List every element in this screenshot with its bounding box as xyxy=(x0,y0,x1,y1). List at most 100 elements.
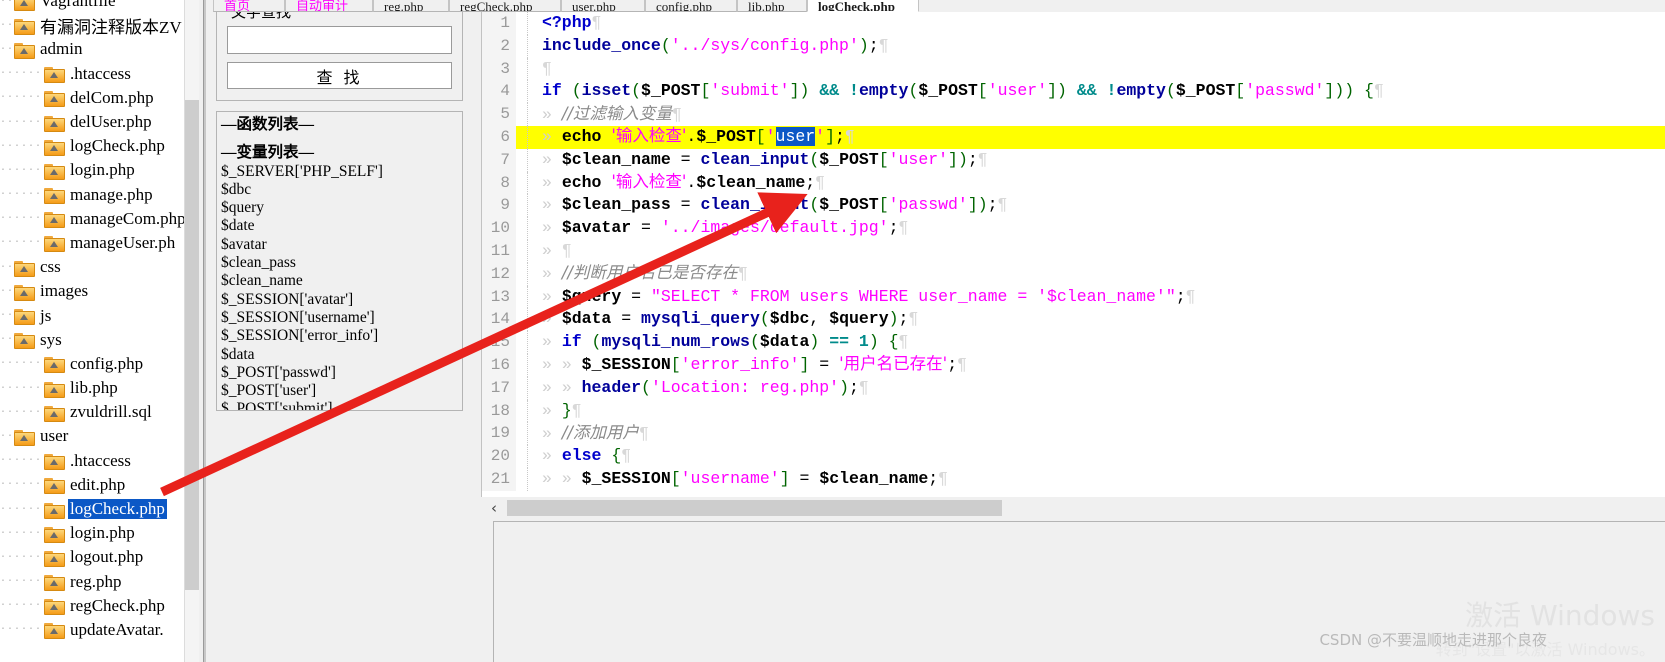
file-tree-item[interactable]: ·········· lib.php xyxy=(0,376,186,400)
code-line[interactable]: 9 » $clean_pass = clean_input($_POST['pas… xyxy=(482,194,1665,218)
file-tree-list[interactable]: ···Vagrantfile···有漏洞注释版本ZV···admin······… xyxy=(0,0,186,642)
variable-list[interactable]: $_SERVER['PHP_SELF'] $dbc $query $date $avat… xyxy=(221,163,458,410)
editor-tab-label: lib.php xyxy=(748,0,785,12)
code-lines[interactable]: 1 <?php¶ 2 include_once('../sys/config.php'… xyxy=(482,12,1665,491)
code-line[interactable]: 3 ¶ xyxy=(482,57,1665,81)
variable-list-item[interactable]: $clean_name xyxy=(221,272,458,290)
editor-tab-logcheckphp[interactable]: logCheck.php xyxy=(807,0,919,12)
search-button[interactable]: 查 找 xyxy=(227,62,452,89)
code-line-text: » $avatar = '../images/default.jpg';¶ xyxy=(542,218,909,238)
code-line[interactable]: 18 » }¶ xyxy=(482,399,1665,423)
folder-icon xyxy=(44,622,65,640)
line-number: 18 xyxy=(482,399,516,423)
variable-list-item[interactable]: $_POST['user'] xyxy=(221,382,458,400)
code-line[interactable]: 2 include_once('../sys/config.php');¶ xyxy=(482,34,1665,58)
folder-icon xyxy=(44,477,65,495)
file-tree-item[interactable]: ·········· login.php xyxy=(0,158,186,182)
variable-list-item[interactable]: $avatar xyxy=(221,236,458,254)
file-tree-item[interactable]: ··· 有漏洞注释版本ZV xyxy=(0,13,186,37)
file-tree-item[interactable]: ·········· login.php xyxy=(0,521,186,545)
editor-tab-bar[interactable]: 首页 自动审计 reg.php regCheck.php user.php config.… xyxy=(213,0,1665,12)
editor-tab-[interactable]: 自动审计 xyxy=(285,0,373,12)
file-tree-item[interactable]: ·········· reg.php xyxy=(0,570,186,594)
editor-tab-userphp[interactable]: user.php xyxy=(561,0,645,12)
variable-list-item[interactable]: $_SESSION['error_info'] xyxy=(221,327,458,345)
file-tree-vertical-scrollbar[interactable] xyxy=(184,0,200,662)
code-line-text: » }¶ xyxy=(542,400,582,420)
code-horizontal-scrollbar[interactable]: ‹ xyxy=(481,497,1665,519)
file-tree-item[interactable]: ·········· manageUser.ph xyxy=(0,231,186,255)
code-line[interactable]: 19 » //添加用户¶ xyxy=(482,422,1665,446)
mid-pane-divider xyxy=(204,0,206,662)
file-tree-item[interactable]: ·········· config.php xyxy=(0,352,186,376)
code-hscroll-thumb[interactable] xyxy=(507,500,1002,516)
code-line[interactable]: 21 » » $_SESSION['username'] = $clean_nam… xyxy=(482,467,1665,491)
code-line[interactable]: 17 » » header('Location: reg.php');¶ xyxy=(482,376,1665,400)
variable-list-item[interactable]: $dbc xyxy=(221,181,458,199)
code-line[interactable]: 10 » $avatar = '../images/default.jpg';¶ xyxy=(482,217,1665,240)
file-tree-item[interactable]: ··· admin xyxy=(0,37,186,61)
variable-list-item[interactable]: $_POST['submit'] xyxy=(221,400,458,410)
code-view[interactable]: 1 <?php¶ 2 include_once('../sys/config.php'… xyxy=(481,12,1665,497)
code-line[interactable]: 5 » //过滤输入变量¶ xyxy=(482,103,1665,126)
line-number: 9 xyxy=(482,194,516,218)
file-tree-item[interactable]: ·········· delCom.php xyxy=(0,86,186,110)
code-line[interactable]: 11 » ¶ xyxy=(482,239,1665,263)
file-tree-item[interactable]: ·········· manage.php xyxy=(0,183,186,207)
code-line[interactable]: 14 » $data = mysqli_query($dbc, $query);¶ xyxy=(482,308,1665,332)
file-tree-item[interactable]: ··· images xyxy=(0,279,186,303)
code-line[interactable]: 12 » //判断用户名已是否存在¶ xyxy=(482,262,1665,286)
code-line[interactable]: 20 » else {¶ xyxy=(482,445,1665,468)
file-tree-item[interactable]: ··· js xyxy=(0,303,186,327)
code-hscroll-track[interactable] xyxy=(507,500,1665,516)
editor-tab-[interactable]: 首页 xyxy=(213,0,285,12)
variable-list-item[interactable]: $query xyxy=(221,199,458,217)
editor-tab-label: user.php xyxy=(572,0,616,12)
code-line[interactable]: 1 <?php¶ xyxy=(482,12,1665,35)
file-tree-item[interactable]: ·········· logCheck.php xyxy=(0,134,186,158)
file-tree-item[interactable]: ·········· .htaccess xyxy=(0,449,186,473)
editor-tab-regcheckphp[interactable]: regCheck.php xyxy=(449,0,561,12)
file-tree-item[interactable]: ··· css xyxy=(0,255,186,279)
code-line[interactable]: 6 » echo '输入检查'.$_POST['user'];¶ xyxy=(482,125,1665,149)
editor-tab-configphp[interactable]: config.php xyxy=(645,0,737,12)
variable-list-item[interactable]: $_SESSION['username'] xyxy=(221,309,458,327)
code-line[interactable]: 13 » $query = "SELECT * FROM users WHERE … xyxy=(482,285,1665,309)
code-line[interactable]: 15 » if (mysqli_num_rows($data) == 1) {¶ xyxy=(482,331,1665,354)
variable-list-item[interactable]: $_SERVER['PHP_SELF'] xyxy=(221,163,458,181)
file-tree-scrollbar-thumb[interactable] xyxy=(185,100,200,590)
variable-list-item[interactable]: $clean_pass xyxy=(221,254,458,272)
variable-list-item[interactable]: $_POST['passwd'] xyxy=(221,364,458,382)
file-tree-item[interactable]: ·········· logout.php xyxy=(0,545,186,569)
variable-list-item[interactable]: $data xyxy=(221,346,458,364)
project-file-tree-pane[interactable]: ···Vagrantfile···有漏洞注释版本ZV···admin······… xyxy=(0,0,204,662)
editor-tab-regphp[interactable]: reg.php xyxy=(373,0,449,12)
code-line[interactable]: 16 » » $_SESSION['error_info'] = '用户名已存在'… xyxy=(482,353,1665,377)
line-number: 4 xyxy=(482,80,516,104)
file-tree-item[interactable]: ·········· delUser.php xyxy=(0,110,186,134)
file-tree-item[interactable]: ·········· manageCom.php xyxy=(0,207,186,231)
code-line[interactable]: 7 » $clean_name = clean_input($_POST['use… xyxy=(482,148,1665,172)
file-tree-item[interactable]: ·········· regCheck.php xyxy=(0,594,186,618)
folder-icon xyxy=(44,550,65,567)
code-line[interactable]: 4 if (isset($_POST['submit']) && !empty($… xyxy=(482,80,1665,104)
file-tree-item[interactable]: ··· Vagrantfile xyxy=(0,0,186,13)
file-tree-item[interactable]: ·········· edit.php xyxy=(0,473,186,497)
line-number: 15 xyxy=(482,331,516,354)
search-input[interactable] xyxy=(227,26,452,54)
editor-tab-label: reg.php xyxy=(384,0,424,12)
file-tree-item[interactable]: ·········· zvuldrill.sql xyxy=(0,400,186,424)
variable-list-item[interactable]: $date xyxy=(221,217,458,235)
file-tree-item[interactable]: ··· user xyxy=(0,424,186,448)
file-tree-item[interactable]: ·········· logCheck.php xyxy=(0,497,186,521)
file-tree-item[interactable]: ·········· .htaccess xyxy=(0,62,186,86)
code-line[interactable]: 8 » echo '输入检查'.$clean_name;¶ xyxy=(482,171,1665,195)
file-tree-item[interactable]: ··· sys xyxy=(0,328,186,352)
scroll-left-arrow-icon[interactable]: ‹ xyxy=(481,499,507,517)
file-tree-item[interactable]: ·········· updateAvatar. xyxy=(0,618,186,642)
symbol-list-box[interactable]: —函数列表— —变量列表— $_SERVER['PHP_SELF'] $dbc $q… xyxy=(216,111,463,411)
indent-guide xyxy=(516,12,528,35)
editor-tab-libphp[interactable]: lib.php xyxy=(737,0,807,12)
variable-list-item[interactable]: $_SESSION['avatar'] xyxy=(221,291,458,309)
code-audit-application: ···Vagrantfile···有漏洞注释版本ZV···admin······… xyxy=(0,0,1665,662)
